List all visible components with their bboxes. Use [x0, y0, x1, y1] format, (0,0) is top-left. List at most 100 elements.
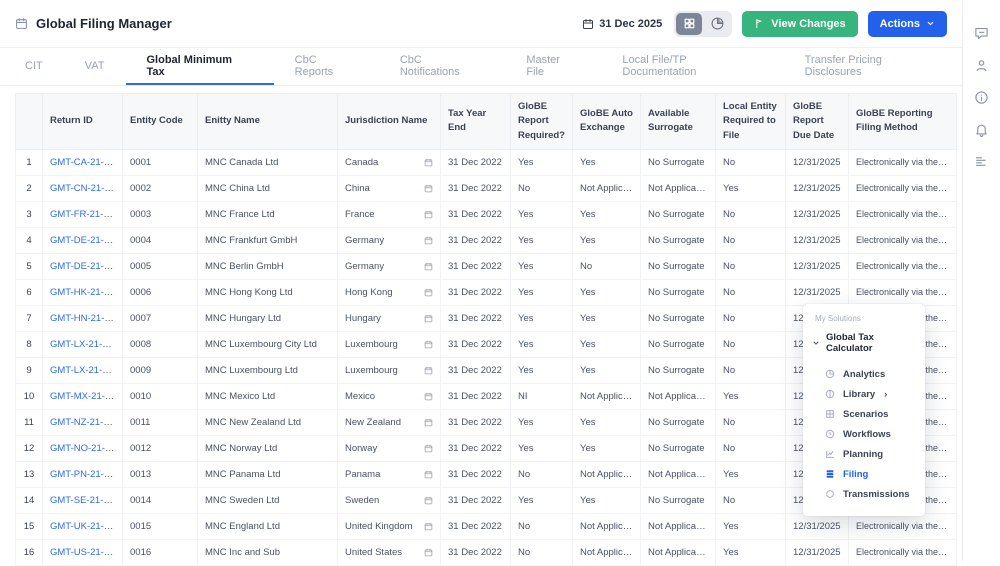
note-icon[interactable] — [424, 548, 433, 557]
note-icon[interactable] — [424, 522, 433, 531]
grid-view-button[interactable] — [676, 13, 702, 35]
jurisdiction-cell: Germany — [338, 227, 441, 253]
jurisdiction-cell: Canada — [338, 149, 441, 175]
return-id-link[interactable]: GMT-CN-21-0002 — [50, 183, 123, 194]
return-id-link[interactable]: GMT-FR-21-0003 — [50, 209, 123, 220]
return-id-link[interactable]: GMT-LX-21-0009 — [50, 365, 123, 376]
scenarios-icon — [825, 409, 835, 419]
entity-code-cell: 0007 — [123, 305, 198, 331]
jurisdiction-name: Hungary — [345, 313, 381, 324]
menu-item-label: Analytics — [843, 369, 885, 380]
return-id-link[interactable]: GMT-SE-21-0014 — [50, 495, 123, 506]
user-icon[interactable] — [974, 58, 989, 73]
available-surrogate-cell: Not Applicable — [641, 383, 716, 409]
table-row: 16 GMT-US-21-0016 0016 MNC Inc and Sub U… — [16, 539, 957, 565]
jurisdiction-name: France — [345, 209, 375, 220]
return-id-link[interactable]: GMT-DE-21-0004 — [50, 235, 123, 246]
note-icon[interactable] — [424, 158, 433, 167]
activity-list-icon[interactable] — [974, 154, 989, 169]
info-icon[interactable] — [974, 90, 989, 105]
chart-view-button[interactable] — [704, 13, 730, 35]
row-number: 2 — [16, 175, 43, 201]
row-number: 13 — [16, 461, 43, 487]
jurisdiction-name: Panama — [345, 469, 380, 480]
tab-transfer-pricing-disclosures[interactable]: Transfer Pricing Disclosures — [784, 48, 962, 85]
note-icon[interactable] — [424, 470, 433, 479]
comments-icon[interactable] — [974, 26, 989, 41]
entity-name-cell: MNC Inc and Sub — [198, 539, 338, 565]
note-icon[interactable] — [424, 184, 433, 193]
row-number: 11 — [16, 409, 43, 435]
tab-global-minimum-tax[interactable]: Global Minimum Tax — [126, 48, 274, 85]
table-row: 5 GMT-DE-21-0005 0005 MNC Berlin GmbH Ge… — [16, 253, 957, 279]
menu-item-library[interactable]: Library › — [803, 384, 925, 404]
tab-master-file[interactable]: Master File — [505, 48, 601, 85]
note-icon[interactable] — [424, 340, 433, 349]
available-surrogate-cell: No Surrogate — [641, 409, 716, 435]
tab-cbc-reports[interactable]: CbC Reports — [274, 48, 379, 85]
return-id-link[interactable]: GMT-HK-21-0006 — [50, 287, 123, 298]
view-changes-button[interactable]: View Changes — [742, 11, 857, 37]
main-panel: Global Filing Manager 31 Dec 2025 — [0, 0, 962, 86]
tab-cit[interactable]: CIT — [4, 48, 64, 85]
jurisdiction-name: Germany — [345, 235, 384, 246]
local-entity-required-cell: No — [716, 201, 786, 227]
local-entity-required-cell: No — [716, 149, 786, 175]
tax-year-end-cell: 31 Dec 2022 — [441, 331, 511, 357]
menu-item-workflows[interactable]: Workflows — [803, 424, 925, 444]
note-icon[interactable] — [424, 236, 433, 245]
return-id-link[interactable]: GMT-HN-21-0007 — [50, 313, 123, 324]
row-number: 12 — [16, 435, 43, 461]
filing-icon — [825, 469, 835, 479]
return-id-link[interactable]: GMT-PN-21-0013 — [50, 469, 123, 480]
menu-item-filing[interactable]: Filing — [803, 464, 925, 484]
note-icon[interactable] — [424, 314, 433, 323]
period-date[interactable]: 31 Dec 2025 — [582, 18, 662, 30]
global-filing-manager-app: Global Filing Manager 31 Dec 2025 — [0, 0, 1000, 561]
menu-item-transmissions[interactable]: Transmissions — [803, 484, 925, 504]
actions-button[interactable]: Actions — [868, 11, 947, 37]
menu-item-label: Scenarios — [843, 409, 888, 420]
return-id-link[interactable]: GMT-UK-21-0015 — [50, 521, 123, 532]
return-id-cell: GMT-NO-21-0012 — [43, 435, 123, 461]
note-icon[interactable] — [424, 444, 433, 453]
note-icon[interactable] — [424, 288, 433, 297]
menu-item-planning[interactable]: Planning — [803, 444, 925, 464]
row-number: 1 — [16, 149, 43, 175]
tab-cbc-notifications[interactable]: CbC Notifications — [379, 48, 505, 85]
menu-item-scenarios[interactable]: Scenarios — [803, 404, 925, 424]
tab-vat[interactable]: VAT — [64, 48, 126, 85]
note-icon[interactable] — [424, 418, 433, 427]
return-id-link[interactable]: GMT-LX-21-0008 — [50, 339, 123, 350]
tab-local-file-tp-documentation[interactable]: Local File/TP Documentation — [601, 48, 783, 85]
note-icon[interactable] — [424, 392, 433, 401]
menu-item-global-tax-calculator[interactable]: Global Tax Calculator — [803, 332, 925, 354]
tax-year-end-cell: 31 Dec 2022 — [441, 513, 511, 539]
globe-auto-exchange-cell: Yes — [573, 331, 641, 357]
jurisdiction-name: Hong Kong — [345, 287, 393, 298]
col-globe-report-due-date: GloBE Report Due Date — [786, 94, 849, 150]
bell-icon[interactable] — [974, 122, 989, 137]
grid-icon — [683, 17, 696, 30]
note-icon[interactable] — [424, 496, 433, 505]
entity-name-cell: MNC Berlin GmbH — [198, 253, 338, 279]
note-icon[interactable] — [424, 366, 433, 375]
return-id-link[interactable]: GMT-NO-21-0012 — [50, 443, 123, 454]
return-id-link[interactable]: GMT-CA-21-0001 — [50, 157, 123, 168]
filing-method-cell: Electronically via the authori... — [849, 175, 957, 201]
note-icon[interactable] — [424, 210, 433, 219]
local-entity-required-cell: Yes — [716, 461, 786, 487]
table-row: 4 GMT-DE-21-0004 0004 MNC Frankfurt GmbH… — [16, 227, 957, 253]
due-date-cell: 12/31/2025 — [786, 253, 849, 279]
return-id-link[interactable]: GMT-MX-21-0010 — [50, 391, 123, 402]
note-icon[interactable] — [424, 262, 433, 271]
return-id-link[interactable]: GMT-DE-21-0005 — [50, 261, 123, 272]
tax-year-end-cell: 31 Dec 2022 — [441, 487, 511, 513]
return-id-link[interactable]: GMT-US-21-0016 — [50, 547, 123, 558]
table-row: 15 GMT-UK-21-0015 0015 MNC England Ltd U… — [16, 513, 957, 539]
return-id-cell: GMT-LX-21-0008 — [43, 331, 123, 357]
menu-item-analytics[interactable]: Analytics — [803, 364, 925, 384]
jurisdiction-cell: China — [338, 175, 441, 201]
globe-report-required-cell: Yes — [511, 487, 573, 513]
return-id-link[interactable]: GMT-NZ-21-0011 — [50, 417, 123, 428]
